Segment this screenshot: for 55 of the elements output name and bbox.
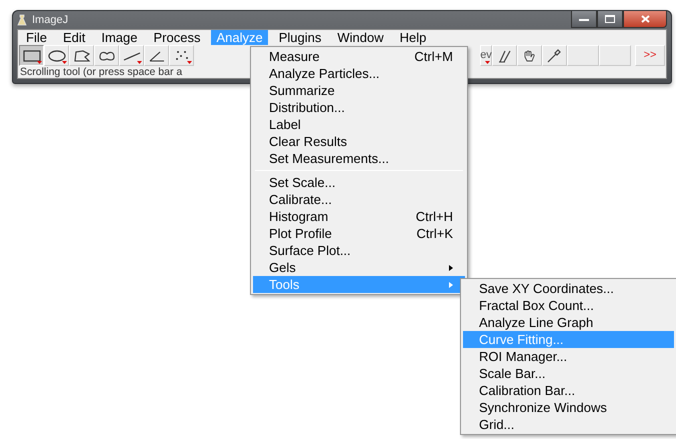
menu-item[interactable]: Save XY Coordinates... [463,280,674,297]
menu-item[interactable]: Scale Bar... [463,365,674,382]
menu-indicator-icon [37,61,42,64]
menu-item[interactable]: Image [96,30,142,45]
menu-item[interactable]: Plugins [274,30,326,45]
menu-item[interactable]: File [21,30,52,45]
menu-item[interactable]: Set Scale... [253,174,465,191]
menu-item[interactable]: Label [253,116,465,133]
maximize-button[interactable] [597,11,623,28]
menu-item[interactable]: Distribution... [253,99,465,116]
minimize-button[interactable] [571,11,597,28]
menu-item[interactable]: Measure Ctrl+M [253,48,465,65]
menu-item[interactable]: Summarize [253,82,465,99]
more-button[interactable]: >> [635,45,665,66]
close-button[interactable] [623,11,667,28]
menu-item[interactable]: Analyze Particles... [253,65,465,82]
menu-item[interactable]: Set Measurements... [253,150,465,167]
menu-item[interactable]: Edit [58,30,90,45]
shortcut-text: Ctrl+M [414,48,453,66]
submenu-arrow-icon [449,282,453,288]
menu-item[interactable]: Clear Results [253,133,465,150]
shortcut-text: Ctrl+K [416,224,453,243]
oval-icon [48,48,66,62]
tool-button[interactable]: ev [480,45,492,66]
menu-item[interactable]: Gels [253,259,465,276]
maximize-icon [605,15,615,23]
menu-item[interactable]: Histogram Ctrl+H [253,208,465,225]
menu-item[interactable]: Calibrate... [253,191,465,208]
menu-item[interactable]: Plot Profile Ctrl+K [253,225,465,242]
menu-item[interactable]: Calibration Bar... [463,382,674,399]
menu-indicator-icon [137,61,142,64]
polygon-icon [72,48,90,62]
close-icon [640,15,650,23]
menu-indicator-icon [187,61,192,64]
menu-item[interactable]: ROI Manager... [463,348,674,365]
menu-item[interactable]: Analyze Line Graph [463,314,674,331]
menu-item[interactable]: Process [148,30,206,45]
menu-indicator-icon [62,61,67,64]
minimize-icon [579,16,589,22]
app-icon [17,14,27,26]
angle-icon [148,48,166,62]
menu-indicator-icon [485,61,490,64]
shortcut-text: Ctrl+H [416,208,453,226]
status-text: Scrolling tool (or press space bar a [20,66,182,78]
dropper-icon [546,48,564,62]
menu-item[interactable]: Grid... [463,416,674,433]
tool-button[interactable] [19,45,44,66]
rectangle-icon [22,48,40,62]
submenu-arrow-icon [449,264,453,270]
window-title: ImageJ [32,12,68,28]
menu-item[interactable]: Help [394,30,432,45]
menu-item[interactable]: Surface Plot... [253,242,465,259]
menu-item[interactable]: Window [332,30,389,45]
menu-item[interactable]: Synchronize Windows [463,399,674,416]
menu-item[interactable]: Fractal Box Count... [463,297,674,314]
